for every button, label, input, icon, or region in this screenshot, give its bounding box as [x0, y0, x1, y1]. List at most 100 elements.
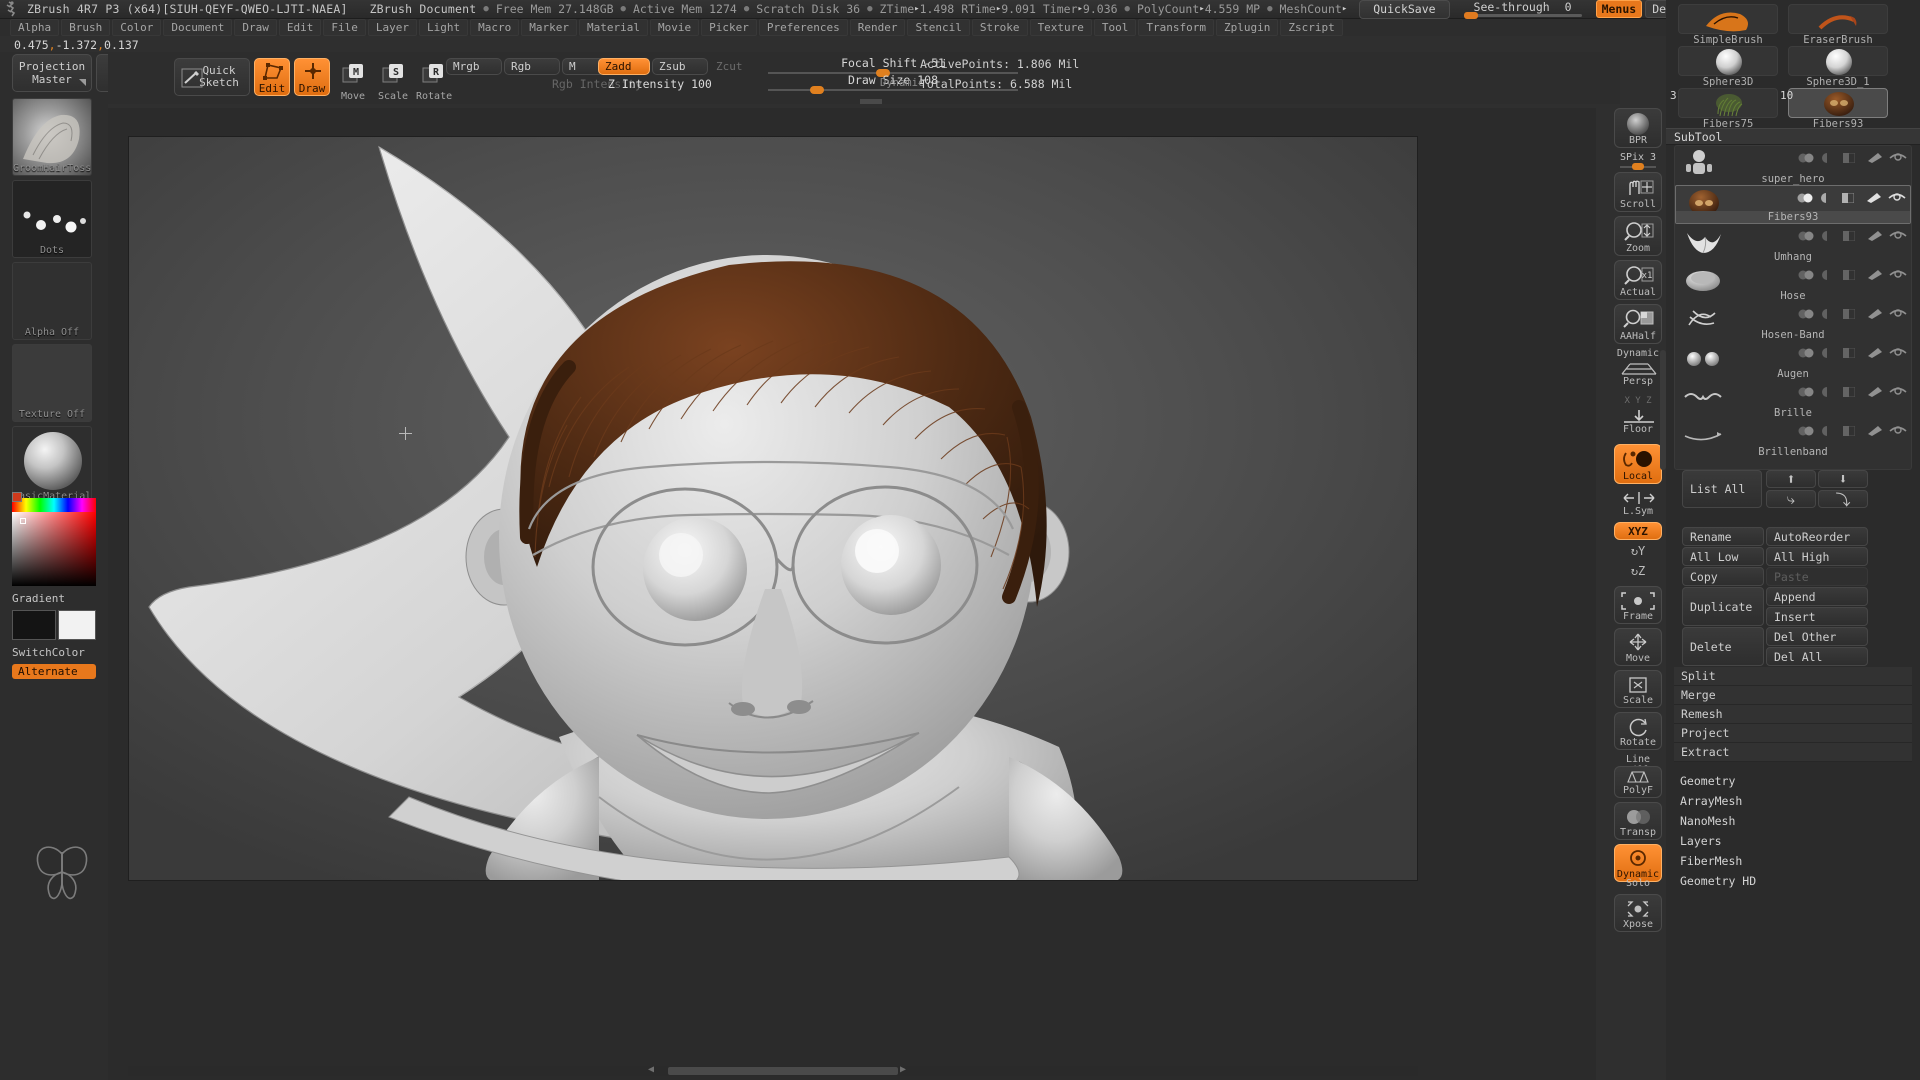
copy-button[interactable]: Copy [1682, 567, 1764, 586]
xyz-button[interactable]: XYZ [1614, 522, 1662, 540]
all-high-button[interactable]: All High [1766, 547, 1868, 566]
menu-item-material[interactable]: Material [578, 19, 648, 36]
panel-section-geometry-hd[interactable]: Geometry HD [1680, 874, 1756, 888]
menu-item-zplugin[interactable]: Zplugin [1216, 19, 1279, 36]
tool-tile-sphere3d[interactable] [1678, 46, 1778, 76]
subtool-eye-icon[interactable] [1889, 421, 1907, 434]
alternate-button[interactable]: Alternate [12, 664, 96, 679]
panel-section-nanomesh[interactable]: NanoMesh [1680, 814, 1735, 828]
menu-item-stroke[interactable]: Stroke [971, 19, 1028, 36]
subtool-toggle-icon[interactable] [1797, 343, 1814, 358]
saturation-value-square[interactable] [12, 512, 96, 586]
actual-button[interactable]: x1 Actual [1614, 260, 1662, 300]
extract-row[interactable]: Extract [1674, 743, 1912, 762]
subtool-eye-icon[interactable] [1889, 226, 1907, 239]
local-button[interactable]: Local [1614, 444, 1662, 484]
zsub-button[interactable]: Zsub [652, 58, 708, 75]
z-rotate-button[interactable]: ↻Z [1616, 564, 1660, 578]
subtool-brush-icon[interactable] [1866, 421, 1882, 436]
subtool-half-icon[interactable] [1842, 343, 1859, 359]
subtool-brush-icon[interactable] [1866, 382, 1882, 397]
subtool-row-augen[interactable]: Augen [1675, 341, 1911, 380]
primary-color-swatch[interactable] [12, 610, 56, 640]
floor-axes-label[interactable]: X Y Z [1616, 396, 1660, 406]
current-material-thumbnail[interactable]: BasicMaterial [12, 426, 92, 504]
hue-strip[interactable] [12, 498, 96, 512]
subtool-brush-icon[interactable] [1866, 265, 1882, 280]
tool-tile-eraserbrush[interactable] [1788, 4, 1888, 34]
frame-button[interactable]: Frame [1614, 586, 1662, 624]
zcut-button[interactable]: Zcut [710, 58, 754, 75]
floor-label[interactable]: Floor [1616, 424, 1660, 435]
append-button[interactable]: Append [1766, 587, 1868, 606]
nav-move-button[interactable]: Move [1614, 628, 1662, 666]
rgb-button[interactable]: Rgb [504, 58, 560, 75]
see-through-track[interactable] [1463, 11, 1582, 19]
tool-tile-fibers75[interactable] [1678, 88, 1778, 118]
current-stroke-thumbnail[interactable]: Dots [12, 180, 92, 258]
subtool-eye-icon[interactable] [1889, 148, 1907, 161]
color-picker[interactable] [12, 498, 96, 586]
lsym-label[interactable]: L.Sym [1616, 506, 1660, 517]
menu-item-document[interactable]: Document [163, 19, 233, 36]
current-texture-thumbnail[interactable]: Texture Off [12, 344, 92, 422]
zadd-button[interactable]: Zadd [598, 58, 650, 75]
menu-item-render[interactable]: Render [849, 19, 906, 36]
merge-row[interactable]: Merge [1674, 686, 1912, 705]
subtool-toggle-icon[interactable] [1797, 382, 1814, 397]
menu-item-transform[interactable]: Transform [1138, 19, 1215, 36]
subtool-brush-icon[interactable] [1865, 188, 1881, 203]
projection-master-button[interactable]: Projection Master [12, 54, 92, 92]
tool-tile-sphere3d_1[interactable] [1788, 46, 1888, 76]
rotate-button[interactable]: R Rotate [416, 60, 452, 102]
remesh-row[interactable]: Remesh [1674, 705, 1912, 724]
subtool-toggle-icon[interactable] [1797, 148, 1814, 163]
subtool-half-icon[interactable] [1842, 421, 1859, 437]
see-through-knob[interactable] [1463, 11, 1478, 19]
rename-button[interactable]: Rename [1682, 527, 1764, 546]
subtool-toggle-icon[interactable] [1796, 188, 1813, 203]
move-subtool-up-button[interactable]: ⬆ [1766, 470, 1816, 488]
switchcolor-label[interactable]: SwitchColor [12, 646, 85, 659]
menu-item-brush[interactable]: Brush [61, 19, 111, 36]
subtool-half-icon[interactable] [1841, 188, 1858, 204]
split-row[interactable]: Split [1674, 667, 1912, 686]
menu-item-movie[interactable]: Movie [649, 19, 700, 36]
subtool-brush-icon[interactable] [1866, 148, 1882, 163]
subtool-polypaint-icon[interactable] [1820, 226, 1836, 241]
panel-section-fibermesh[interactable]: FiberMesh [1680, 854, 1742, 868]
subtool-row-super_hero[interactable]: super_hero [1675, 146, 1911, 185]
z-intensity-label[interactable]: Z Intensity 100 [608, 77, 712, 91]
persp-label[interactable]: Persp [1616, 376, 1660, 387]
menu-item-light[interactable]: Light [418, 19, 469, 36]
menus-button[interactable]: Menus [1595, 0, 1643, 18]
subtool-eye-icon[interactable] [1889, 304, 1907, 317]
subtool-half-icon[interactable] [1842, 265, 1859, 281]
menu-item-alpha[interactable]: Alpha [10, 19, 60, 36]
panel-section-geometry[interactable]: Geometry [1680, 774, 1735, 788]
subtool-eye-icon[interactable] [1889, 382, 1907, 395]
nav-rotate-button[interactable]: Rotate [1614, 712, 1662, 750]
viewport-canvas[interactable] [128, 136, 1418, 881]
subtool-eye-icon[interactable] [1889, 265, 1907, 278]
xpose-button[interactable]: Xpose [1614, 894, 1662, 932]
move-button[interactable]: M Move [336, 60, 370, 102]
menu-item-picker[interactable]: Picker [701, 19, 757, 36]
subtool-half-icon[interactable] [1842, 304, 1859, 320]
subtool-polypaint-icon[interactable] [1820, 343, 1836, 358]
current-brush-thumbnail[interactable]: GroomHairToss [12, 98, 92, 176]
canvas-horizontal-scrollbar[interactable]: ◀ ▶ [128, 1064, 1418, 1076]
subtool-toggle-icon[interactable] [1797, 421, 1814, 436]
scroll-button[interactable]: Scroll [1614, 172, 1662, 212]
subtool-group-in-button[interactable]: ⤷ [1766, 490, 1816, 508]
spix-label[interactable]: SPix 3 [1612, 152, 1664, 163]
subtool-brush-icon[interactable] [1866, 226, 1882, 241]
nav-scale-button[interactable]: Scale [1614, 670, 1662, 708]
subtool-half-icon[interactable] [1842, 148, 1859, 164]
menu-item-stencil[interactable]: Stencil [907, 19, 970, 36]
shelf-grip-handle[interactable] [860, 99, 882, 104]
menu-item-file[interactable]: File [323, 19, 366, 36]
move-subtool-down-button[interactable]: ⬇ [1818, 470, 1868, 488]
dynamic-persp-label[interactable]: Dynamic [1616, 348, 1660, 359]
scale-button[interactable]: S Scale [376, 60, 410, 102]
